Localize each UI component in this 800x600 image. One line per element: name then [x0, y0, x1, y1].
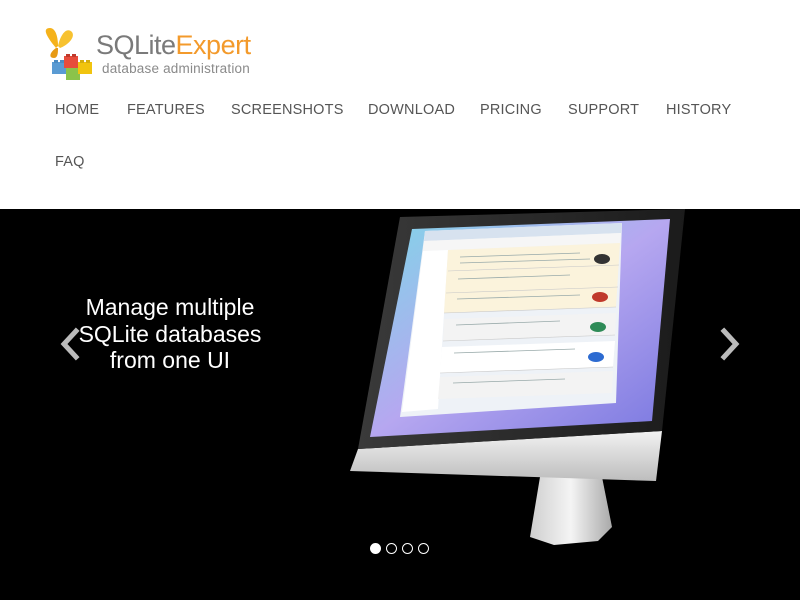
carousel-indicators	[0, 543, 800, 557]
logo-wordmark[interactable]: SQLiteExpert	[96, 30, 251, 61]
site-header: SQLiteExpert database administration HOM…	[0, 0, 800, 209]
caption-line-3: from one UI	[109, 347, 231, 373]
logo-wordmark-part2: Expert	[175, 30, 252, 60]
carousel-indicator-4[interactable]	[418, 543, 429, 554]
caption-line-2: SQLite databases	[78, 320, 262, 347]
carousel-prev-button[interactable]	[58, 327, 82, 361]
slide-caption: Manage multiple SQLite databases from on…	[55, 294, 285, 374]
carousel-indicator-2[interactable]	[386, 543, 397, 554]
hero-carousel: Manage multiple SQLite databases from on…	[0, 209, 800, 600]
nav-features[interactable]: FEATURES	[127, 102, 205, 118]
nav-pricing[interactable]: PRICING	[480, 102, 542, 118]
nav-home[interactable]: HOME	[55, 102, 99, 118]
nav-download[interactable]: DOWNLOAD	[368, 102, 455, 118]
logo-tagline: database administration	[102, 61, 250, 76]
nav-support[interactable]: SUPPORT	[568, 102, 639, 118]
nav-screenshots[interactable]: SCREENSHOTS	[231, 102, 344, 118]
butterfly-blocks-logo-icon	[45, 28, 92, 80]
monitor-screenshot-image	[350, 209, 685, 545]
carousel-indicator-1[interactable]	[370, 543, 381, 554]
nav-history[interactable]: HISTORY	[666, 102, 731, 118]
carousel-next-button[interactable]	[718, 327, 742, 361]
chevron-left-icon	[60, 327, 80, 361]
chevron-right-icon	[720, 327, 740, 361]
carousel-indicator-3[interactable]	[402, 543, 413, 554]
nav-faq[interactable]: FAQ	[55, 154, 85, 170]
logo-wordmark-part1: SQLite	[96, 30, 176, 60]
caption-line-1: Manage multiple	[85, 294, 255, 320]
